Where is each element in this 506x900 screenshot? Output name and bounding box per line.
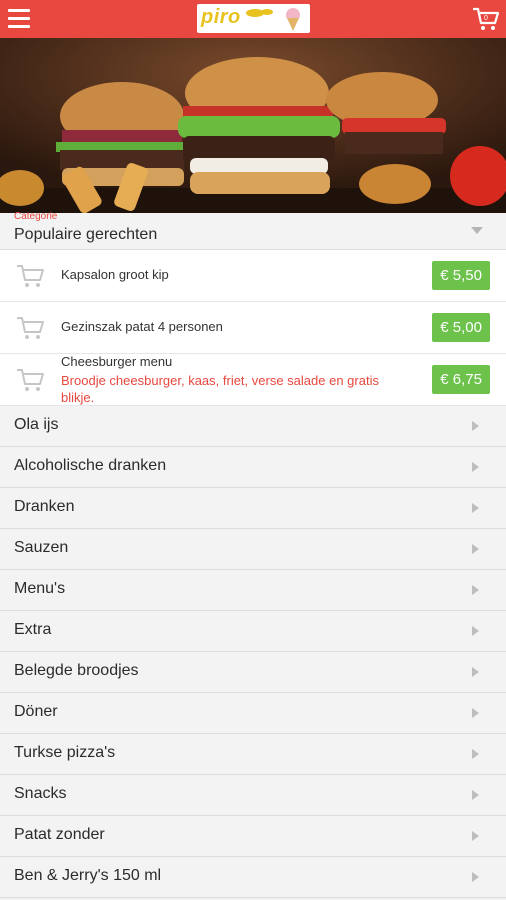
category-row[interactable]: Ola ijs	[0, 406, 506, 447]
category-label: Patat zonder	[14, 826, 105, 843]
category-label: Dranken	[14, 498, 75, 515]
category-label: Menu's	[14, 580, 66, 597]
category-row[interactable]: Sauzen	[0, 529, 506, 570]
logo-graphic	[246, 8, 300, 31]
product-price[interactable]: € 5,00	[432, 313, 490, 342]
product-item[interactable]: Cheesburger menu Broodje cheesburger, ka…	[0, 354, 506, 406]
category-row[interactable]: Dranken	[0, 488, 506, 529]
shopping-cart-icon[interactable]: 0	[472, 6, 500, 32]
category-row[interactable]: Patat zonder	[0, 816, 506, 857]
product-item[interactable]: Kapsalon groot kip € 5,50	[0, 250, 506, 302]
category-row[interactable]: Döner	[0, 693, 506, 734]
category-popular-header[interactable]: Categorie Populaire gerechten	[0, 211, 506, 250]
chevron-right-icon	[472, 708, 479, 718]
product-price[interactable]: € 6,75	[432, 365, 490, 394]
product-name: Cheesburger menu	[61, 354, 173, 369]
chevron-right-icon	[472, 462, 479, 472]
chevron-right-icon	[472, 503, 479, 513]
product-name: Gezinszak patat 4 personen	[61, 319, 223, 334]
category-list: Ola ijs Alcoholische dranken Dranken Sau…	[0, 406, 506, 898]
category-row[interactable]: Turkse pizza's	[0, 734, 506, 775]
chevron-right-icon	[472, 626, 479, 636]
hero-image	[0, 38, 506, 213]
category-label: Döner	[14, 703, 58, 720]
chevron-right-icon	[472, 544, 479, 554]
category-row[interactable]: Menu's	[0, 570, 506, 611]
chevron-down-icon	[471, 227, 483, 234]
category-label: Sauzen	[14, 539, 69, 556]
category-label: Belegde broodjes	[14, 662, 139, 679]
category-caption: Categorie	[14, 211, 58, 222]
category-row[interactable]: Extra	[0, 611, 506, 652]
category-row[interactable]: Belegde broodjes	[0, 652, 506, 693]
category-label: Ola ijs	[14, 416, 59, 433]
chevron-right-icon	[472, 790, 479, 800]
hamburger-menu-icon[interactable]	[8, 9, 30, 29]
chevron-right-icon	[472, 831, 479, 841]
add-to-cart-icon[interactable]	[16, 367, 46, 393]
category-row[interactable]: Ben & Jerry's 150 ml	[0, 857, 506, 898]
category-title: Populaire gerechten	[14, 226, 158, 243]
chevron-right-icon	[472, 421, 479, 431]
chevron-right-icon	[472, 872, 479, 882]
category-label: Alcoholische dranken	[14, 457, 167, 474]
svg-text:0: 0	[484, 15, 488, 22]
product-price[interactable]: € 5,50	[432, 261, 490, 290]
product-description: Broodje cheesburger, kaas, friet, verse …	[61, 373, 379, 405]
product-name: Kapsalon groot kip	[61, 267, 169, 282]
top-bar: piro 0	[0, 0, 506, 38]
category-label: Snacks	[14, 785, 67, 802]
category-label: Extra	[14, 621, 52, 638]
chevron-right-icon	[472, 667, 479, 677]
category-row[interactable]: Snacks	[0, 775, 506, 816]
category-row[interactable]: Alcoholische dranken	[0, 447, 506, 488]
category-label: Turkse pizza's	[14, 744, 116, 761]
chevron-right-icon	[472, 749, 479, 759]
product-item[interactable]: Gezinszak patat 4 personen € 5,00	[0, 302, 506, 354]
add-to-cart-icon[interactable]	[16, 263, 46, 289]
add-to-cart-icon[interactable]	[16, 315, 46, 341]
brand-logo[interactable]: piro	[197, 4, 310, 33]
category-label: Ben & Jerry's 150 ml	[14, 867, 162, 884]
chevron-right-icon	[472, 585, 479, 595]
